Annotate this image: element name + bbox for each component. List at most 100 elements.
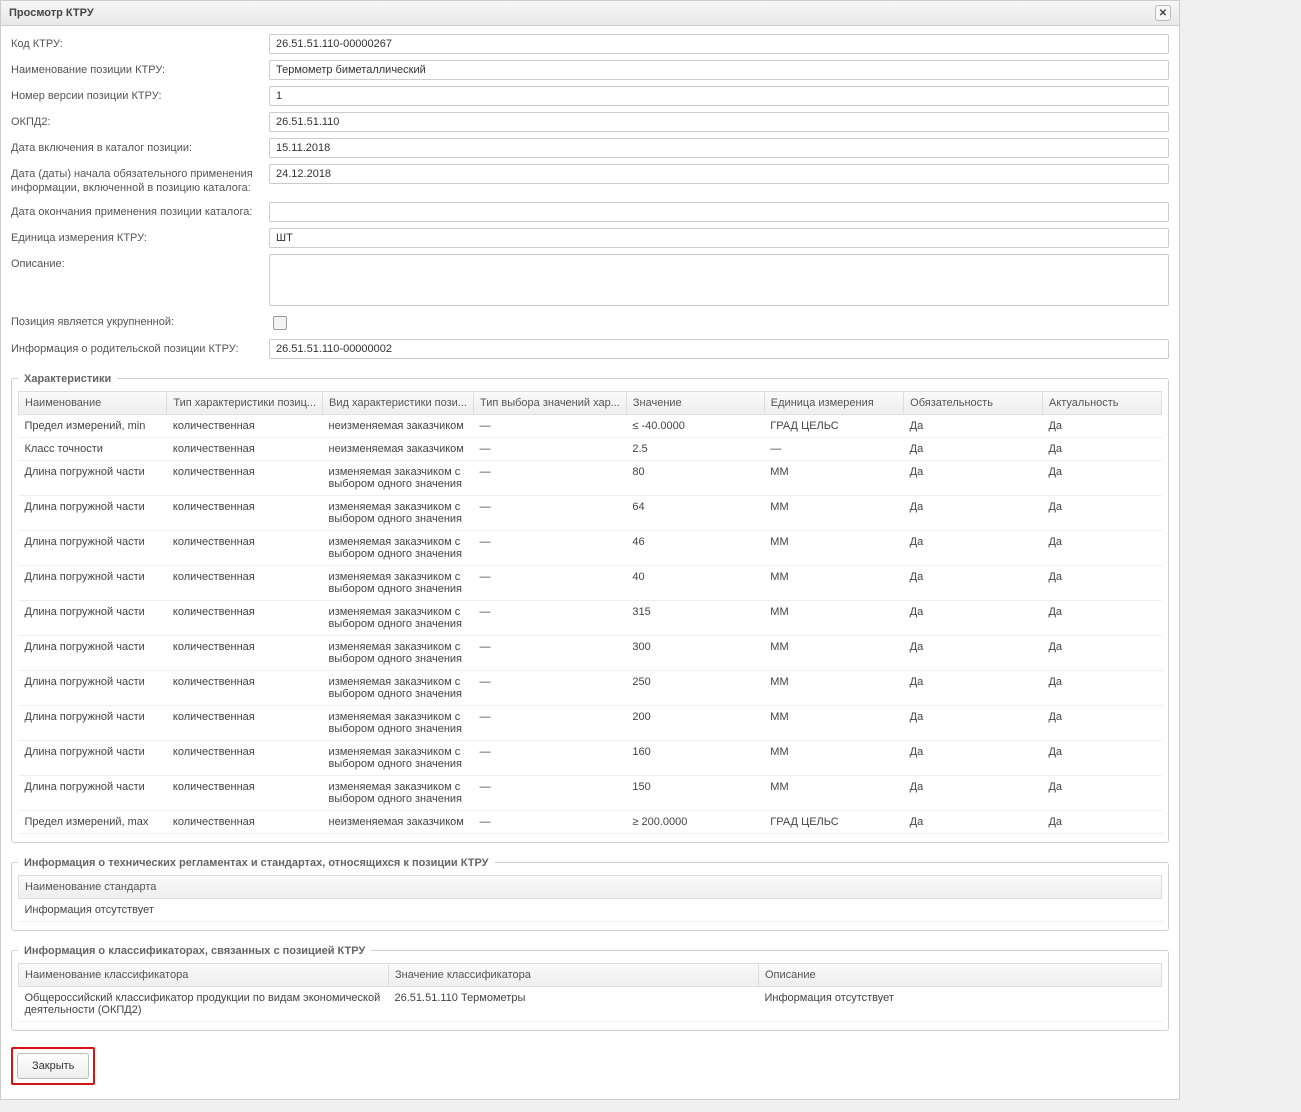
table-cell: — bbox=[473, 740, 626, 775]
checkbox-enlarged[interactable] bbox=[273, 316, 287, 330]
classifier-header[interactable]: Наименование классификатора bbox=[19, 963, 389, 986]
char-header[interactable]: Наименование bbox=[19, 391, 167, 414]
label-unit: Единица измерения КТРУ: bbox=[11, 228, 269, 246]
table-row[interactable]: Длина погружной частиколичественнаяизмен… bbox=[19, 740, 1162, 775]
table-cell: 2.5 bbox=[626, 437, 764, 460]
table-cell: количественная bbox=[167, 460, 323, 495]
table-classifiers: Наименование классификатораЗначение клас… bbox=[18, 963, 1162, 1022]
char-header[interactable]: Вид характеристики пози... bbox=[323, 391, 474, 414]
table-cell: Да bbox=[1042, 600, 1161, 635]
table-characteristics: НаименованиеТип характеристики позиц...В… bbox=[18, 391, 1162, 834]
table-row[interactable]: Длина погружной частиколичественнаяизмен… bbox=[19, 530, 1162, 565]
table-cell: Длина погружной части bbox=[19, 635, 167, 670]
close-icon[interactable]: ✕ bbox=[1155, 5, 1171, 21]
table-cell: ≥ 200.0000 bbox=[626, 810, 764, 833]
field-include-date[interactable]: 15.11.2018 bbox=[269, 138, 1169, 158]
table-cell: Да bbox=[1042, 530, 1161, 565]
field-okpd2[interactable]: 26.51.51.110 bbox=[269, 112, 1169, 132]
classifier-header[interactable]: Значение классификатора bbox=[389, 963, 759, 986]
table-cell: Да bbox=[904, 600, 1043, 635]
close-button-highlight: Закрыть bbox=[11, 1047, 95, 1085]
table-cell: Да bbox=[1042, 705, 1161, 740]
legend-characteristics: Характеристики bbox=[18, 373, 117, 385]
table-cell: Да bbox=[904, 740, 1043, 775]
fieldset-standards: Информация о технических регламентах и с… bbox=[11, 857, 1169, 931]
table-row[interactable]: Класс точностиколичественнаянеизменяемая… bbox=[19, 437, 1162, 460]
table-cell: Да bbox=[1042, 414, 1161, 437]
table-cell: ГРАД ЦЕЛЬС bbox=[764, 810, 903, 833]
table-cell: Да bbox=[1042, 635, 1161, 670]
table-cell: 315 bbox=[626, 600, 764, 635]
table-row[interactable]: Длина погружной частиколичественнаяизмен… bbox=[19, 635, 1162, 670]
field-mandatory-date[interactable]: 24.12.2018 bbox=[269, 164, 1169, 184]
table-cell: изменяемая заказчиком с выбором одного з… bbox=[323, 670, 474, 705]
field-end-date[interactable] bbox=[269, 202, 1169, 222]
table-cell: количественная bbox=[167, 775, 323, 810]
table-cell: ММ bbox=[764, 600, 903, 635]
table-cell: Да bbox=[904, 437, 1043, 460]
dialog-window: Просмотр КТРУ ✕ Код КТРУ: 26.51.51.110-0… bbox=[0, 0, 1180, 1100]
char-header[interactable]: Тип выбора значений хар... bbox=[473, 391, 626, 414]
fieldset-classifiers: Информация о классификаторах, связанных … bbox=[11, 945, 1169, 1031]
table-cell: — bbox=[473, 495, 626, 530]
table-cell: ММ bbox=[764, 495, 903, 530]
table-cell: Длина погружной части bbox=[19, 740, 167, 775]
table-cell: количественная bbox=[167, 530, 323, 565]
table-cell: изменяемая заказчиком с выбором одного з… bbox=[323, 530, 474, 565]
table-cell: Да bbox=[904, 775, 1043, 810]
field-code[interactable]: 26.51.51.110-00000267 bbox=[269, 34, 1169, 54]
table-row[interactable]: Длина погружной частиколичественнаяизмен… bbox=[19, 600, 1162, 635]
table-cell: Да bbox=[1042, 775, 1161, 810]
char-header[interactable]: Значение bbox=[626, 391, 764, 414]
label-end-date: Дата окончания применения позиции катало… bbox=[11, 202, 269, 220]
table-cell: Да bbox=[1042, 670, 1161, 705]
table-cell: неизменяемая заказчиком bbox=[323, 414, 474, 437]
field-unit[interactable]: ШТ bbox=[269, 228, 1169, 248]
table-cell: Да bbox=[904, 635, 1043, 670]
table-cell: 300 bbox=[626, 635, 764, 670]
table-row[interactable]: Длина погружной частиколичественнаяизмен… bbox=[19, 670, 1162, 705]
table-cell: 200 bbox=[626, 705, 764, 740]
table-cell: — bbox=[473, 775, 626, 810]
table-row[interactable]: Предел измерений, maxколичественнаянеизм… bbox=[19, 810, 1162, 833]
table-row[interactable]: Длина погружной частиколичественнаяизмен… bbox=[19, 775, 1162, 810]
table-cell: 80 bbox=[626, 460, 764, 495]
table-cell: ММ bbox=[764, 670, 903, 705]
table-cell: Класс точности bbox=[19, 437, 167, 460]
table-cell: количественная bbox=[167, 705, 323, 740]
table-row[interactable]: Длина погружной частиколичественнаяизмен… bbox=[19, 495, 1162, 530]
label-enlarged: Позиция является укрупненной: bbox=[11, 312, 269, 330]
table-cell: ММ bbox=[764, 635, 903, 670]
field-version[interactable]: 1 bbox=[269, 86, 1169, 106]
table-row[interactable]: Длина погружной частиколичественнаяизмен… bbox=[19, 565, 1162, 600]
field-description[interactable] bbox=[269, 254, 1169, 306]
classifier-header[interactable]: Описание bbox=[759, 963, 1162, 986]
char-header[interactable]: Единица измерения bbox=[764, 391, 903, 414]
table-cell: — bbox=[764, 437, 903, 460]
char-header[interactable]: Актуальность bbox=[1042, 391, 1161, 414]
field-name[interactable]: Термометр биметаллический bbox=[269, 60, 1169, 80]
table-cell: 150 bbox=[626, 775, 764, 810]
table-cell: Да bbox=[1042, 810, 1161, 833]
table-cell: — bbox=[473, 437, 626, 460]
char-header[interactable]: Обязательность bbox=[904, 391, 1043, 414]
table-row[interactable]: Длина погружной частиколичественнаяизмен… bbox=[19, 705, 1162, 740]
table-row[interactable]: Предел измерений, minколичественнаянеизм… bbox=[19, 414, 1162, 437]
titlebar: Просмотр КТРУ ✕ bbox=[1, 1, 1179, 26]
table-cell: 250 bbox=[626, 670, 764, 705]
table-cell: количественная bbox=[167, 740, 323, 775]
field-parent[interactable]: 26.51.51.110-00000002 bbox=[269, 339, 1169, 359]
table-cell: Да bbox=[904, 565, 1043, 600]
table-cell: Да bbox=[904, 810, 1043, 833]
table-row[interactable]: Длина погружной частиколичественнаяизмен… bbox=[19, 460, 1162, 495]
close-button[interactable]: Закрыть bbox=[17, 1053, 89, 1079]
table-cell: — bbox=[473, 670, 626, 705]
table-cell: Длина погружной части bbox=[19, 530, 167, 565]
table-row[interactable]: Общероссийский классификатор продукции п… bbox=[19, 986, 1162, 1021]
table-cell: 40 bbox=[626, 565, 764, 600]
char-header[interactable]: Тип характеристики позиц... bbox=[167, 391, 323, 414]
table-cell: неизменяемая заказчиком bbox=[323, 437, 474, 460]
label-include-date: Дата включения в каталог позиции: bbox=[11, 138, 269, 156]
table-cell: Да bbox=[904, 460, 1043, 495]
table-cell: ММ bbox=[764, 740, 903, 775]
